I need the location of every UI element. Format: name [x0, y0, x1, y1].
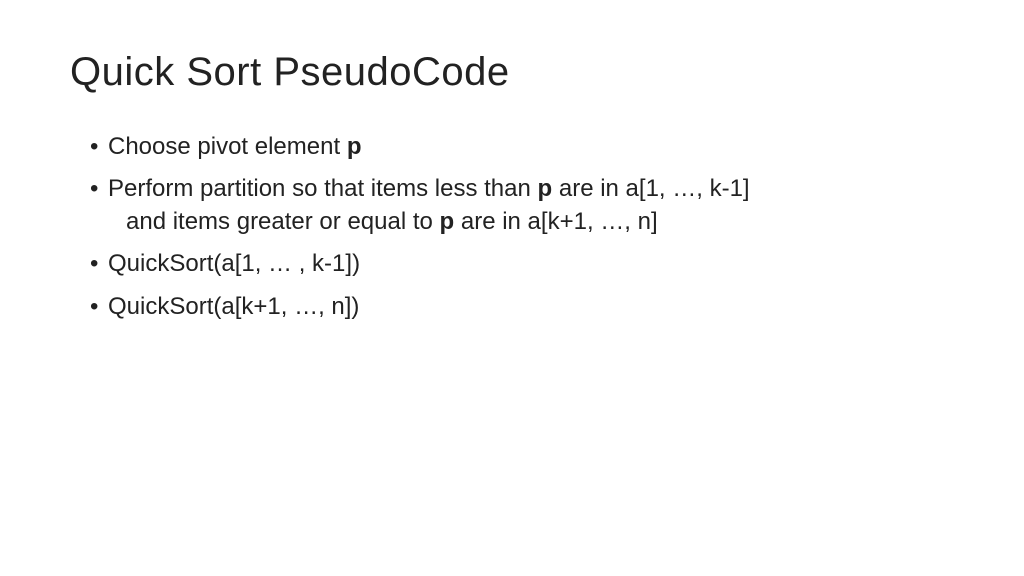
bullet-1-bold: p — [347, 133, 362, 160]
bullet-list: Choose pivot element p Perform partition… — [70, 131, 954, 323]
bullet-2-line2-post: are in a[k+1, …, n] — [454, 208, 657, 235]
bullet-2-line1-bold: p — [538, 175, 553, 202]
bullet-1-text: Choose pivot element — [108, 133, 347, 160]
bullet-2-line1-pre: Perform partition so that items less tha… — [108, 175, 538, 202]
bullet-item-4: QuickSort(a[k+1, …, n]) — [90, 291, 954, 323]
bullet-2-line2-pre: and items greater or equal to — [126, 208, 440, 235]
bullet-item-2: Perform partition so that items less tha… — [90, 173, 954, 238]
bullet-2-line2-bold: p — [440, 208, 455, 235]
bullet-item-3: QuickSort(a[1, … , k-1]) — [90, 248, 954, 280]
bullet-item-1: Choose pivot element p — [90, 131, 954, 163]
slide: Quick Sort PseudoCode Choose pivot eleme… — [0, 0, 1024, 576]
slide-title: Quick Sort PseudoCode — [70, 50, 954, 95]
bullet-2-line2: and items greater or equal to p are in a… — [126, 206, 954, 238]
bullet-2-line1-post: are in a[1, …, k-1] — [552, 175, 749, 202]
